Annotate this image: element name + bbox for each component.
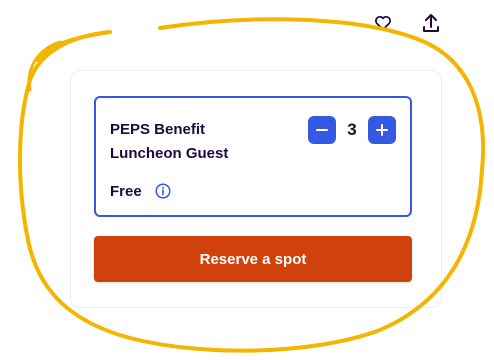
share-button[interactable] — [420, 12, 442, 34]
increment-button[interactable] — [368, 116, 396, 144]
ticket-price-row: Free — [110, 182, 172, 200]
quantity-value: 3 — [347, 120, 357, 139]
like-button[interactable] — [372, 12, 394, 34]
heart-outline-icon — [375, 15, 391, 31]
top-actions — [372, 12, 442, 34]
share-upload-icon — [423, 14, 439, 32]
minus-icon — [316, 129, 328, 131]
quantity-stepper: 3 — [308, 116, 396, 144]
ticket-price: Free — [110, 182, 142, 200]
plus-icon — [376, 124, 388, 136]
ticket-name: PEPS Benefit Luncheon Guest — [110, 121, 229, 162]
ticket-option: PEPS Benefit Luncheon Guest 3 Free — [94, 96, 412, 217]
reserve-button[interactable]: Reserve a spot — [94, 236, 412, 282]
info-circle-icon[interactable] — [154, 182, 172, 200]
decrement-button[interactable] — [308, 116, 336, 144]
